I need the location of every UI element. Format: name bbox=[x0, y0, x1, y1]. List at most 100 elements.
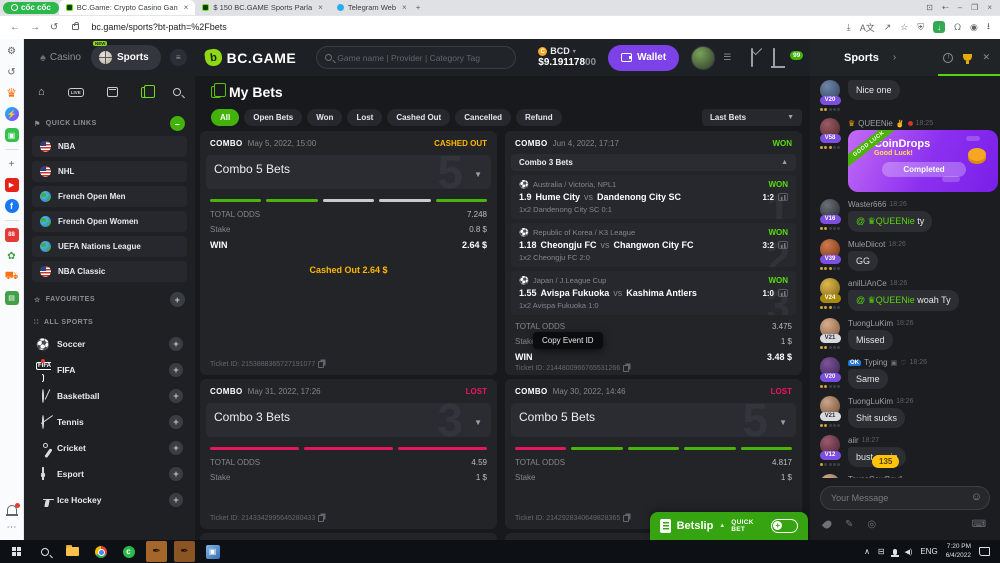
start-button[interactable] bbox=[4, 540, 29, 563]
sidebar-item-fifa[interactable]: FIFAFIFA+ bbox=[32, 357, 187, 383]
extension-icon[interactable]: ᘯ bbox=[954, 22, 961, 33]
browser-tab-1[interactable]: BC.Game: Crypto Casino Gan × bbox=[59, 0, 196, 15]
coin-tip-icon[interactable]: ◎ bbox=[867, 519, 876, 530]
avatar[interactable] bbox=[691, 46, 715, 70]
share-icon[interactable]: ↗ bbox=[884, 22, 892, 33]
filter-open-bets[interactable]: Open Bets bbox=[244, 109, 302, 126]
forward-button[interactable]: → bbox=[30, 22, 40, 33]
coccoc-icon[interactable]: c bbox=[116, 540, 141, 563]
sidebar-item-esport[interactable]: Esport+ bbox=[32, 461, 187, 487]
shield-icon[interactable]: ⛨ bbox=[917, 22, 924, 33]
back-button[interactable]: ← bbox=[10, 22, 20, 33]
user-mention[interactable]: @ ♛QUEENie bbox=[856, 216, 915, 226]
close-chat-icon[interactable]: ✕ bbox=[982, 52, 990, 63]
calculator-icon[interactable]: ▤ bbox=[5, 291, 19, 305]
game-search[interactable] bbox=[316, 46, 516, 69]
sidebar-item-soccer[interactable]: ⚽Soccer+ bbox=[32, 331, 187, 357]
expand-icon[interactable]: + bbox=[169, 441, 183, 455]
sidebar-item-uefa-nations-league[interactable]: UEFA Nations League bbox=[32, 236, 187, 257]
more-options-icon[interactable]: ⋯ bbox=[5, 520, 19, 534]
tab-close-icon[interactable]: × bbox=[402, 3, 407, 12]
bet-title-box[interactable]: Combo 3 Bets ▲ bbox=[511, 154, 796, 171]
expand-icon[interactable]: + bbox=[169, 415, 183, 429]
file-explorer-icon[interactable] bbox=[60, 540, 85, 563]
microphone-icon[interactable] bbox=[893, 549, 897, 555]
close-window-button[interactable]: × bbox=[987, 3, 992, 12]
action-center-icon[interactable] bbox=[979, 547, 990, 556]
home-icon[interactable]: ⌂ bbox=[38, 86, 45, 98]
sidebar-item-cricket[interactable]: Cricket+ bbox=[32, 435, 187, 461]
collapse-caret-icon[interactable]: ▲ bbox=[781, 159, 788, 166]
trophy-icon[interactable] bbox=[963, 54, 972, 61]
expand-icon[interactable]: + bbox=[169, 493, 183, 507]
filter-cancelled[interactable]: Cancelled bbox=[455, 109, 511, 126]
casino-tab[interactable]: ♠ Casino bbox=[40, 52, 81, 64]
sidebar-item-french-open-women[interactable]: French Open Women bbox=[32, 211, 187, 232]
tip-amount-badge[interactable]: 135 bbox=[872, 455, 899, 468]
sidebar-item-nba-classic[interactable]: NBA Classic bbox=[32, 261, 187, 282]
live-icon[interactable]: LIVE bbox=[68, 88, 84, 97]
quick-bet-toggle[interactable]: + bbox=[771, 519, 798, 533]
messenger-icon[interactable]: ⚡ bbox=[5, 107, 19, 121]
bet-title-box[interactable]: Combo 5 Bets 5 ▼ bbox=[511, 403, 796, 437]
profile-icon[interactable]: ◉ bbox=[970, 22, 978, 33]
sidebar-item-french-open-men[interactable]: French Open Men bbox=[32, 186, 187, 207]
sidebar-item-nba[interactable]: NBA bbox=[32, 136, 187, 157]
pencil-rules-icon[interactable]: ✎ bbox=[845, 519, 853, 530]
keyboard-icon[interactable]: ⌨ bbox=[972, 519, 986, 530]
filter-lost[interactable]: Lost bbox=[347, 109, 382, 126]
expand-caret-icon[interactable]: ▼ bbox=[474, 170, 482, 179]
red-app-icon[interactable]: 88 bbox=[5, 228, 19, 242]
schedule-calendar-icon[interactable] bbox=[107, 87, 118, 97]
search-icon[interactable] bbox=[173, 88, 181, 96]
expand-caret-icon[interactable]: ▼ bbox=[779, 418, 787, 427]
bookmark-star-icon[interactable]: ☆ bbox=[900, 22, 908, 33]
save-page-icon[interactable]: ⤓ bbox=[847, 22, 851, 33]
history-icon[interactable]: ↺ bbox=[5, 65, 19, 79]
filter-refund[interactable]: Refund bbox=[516, 109, 562, 126]
facebook-icon[interactable]: f bbox=[5, 199, 19, 213]
add-favourite-button[interactable]: + bbox=[170, 292, 185, 307]
games-icon[interactable]: ▣ bbox=[5, 128, 19, 142]
sidebar-item-tennis[interactable]: Tennis+ bbox=[32, 409, 187, 435]
expand-icon[interactable]: + bbox=[169, 467, 183, 481]
settings-gear-icon[interactable]: ⚙ bbox=[5, 44, 19, 58]
tab-close-icon[interactable]: × bbox=[318, 3, 323, 12]
pinned-app-icon[interactable]: ✒ bbox=[144, 540, 169, 563]
notifications-bell-icon[interactable] bbox=[7, 505, 17, 514]
ssl-lock-icon[interactable] bbox=[72, 24, 79, 30]
language-indicator[interactable]: ENG bbox=[920, 547, 937, 556]
filter-all[interactable]: All bbox=[211, 109, 239, 126]
collapse-quick-links-button[interactable]: – bbox=[170, 116, 185, 131]
tray-chevron-icon[interactable]: ∧ bbox=[864, 547, 870, 556]
youtube-icon[interactable]: ▶ bbox=[5, 178, 19, 192]
sidebar-item-basketball[interactable]: Basketball+ bbox=[32, 383, 187, 409]
expand-icon[interactable]: + bbox=[169, 389, 183, 403]
nav-menu-toggle[interactable]: ≡ bbox=[170, 49, 187, 66]
photos-app-icon[interactable]: ▣ bbox=[200, 540, 225, 563]
browser-tab-3[interactable]: Telegram Web × bbox=[330, 0, 414, 15]
sidebar-item-nhl[interactable]: NHL bbox=[32, 161, 187, 182]
coccoc-menu-button[interactable]: cốc cốc bbox=[3, 2, 59, 14]
sports-tab[interactable]: NEW Sports bbox=[91, 45, 161, 70]
chat-rules-icon[interactable]: ! bbox=[943, 53, 953, 63]
shopping-cart-icon[interactable]: ⛟ bbox=[5, 270, 19, 284]
messages-icon[interactable] bbox=[751, 49, 753, 67]
minimize-button[interactable]: – bbox=[958, 3, 962, 12]
bet-title-box[interactable]: Combo 5 Bets 5 ▼ bbox=[206, 155, 491, 189]
balance-selector[interactable]: C BCD ▾ $9.19117800 bbox=[538, 47, 596, 68]
tab-search-icon[interactable]: ⊡ bbox=[926, 3, 933, 12]
download-extension-icon[interactable]: ↓ bbox=[933, 21, 945, 33]
pinned-app-icon[interactable]: ✒ bbox=[172, 540, 197, 563]
translate-icon[interactable]: A文 bbox=[860, 21, 875, 34]
bcgame-logo[interactable]: b BC.GAME bbox=[205, 49, 297, 66]
bet-title-box[interactable]: Combo 3 Bets 3 ▼ bbox=[206, 403, 491, 437]
chevron-right-icon[interactable]: › bbox=[893, 52, 896, 63]
betslip-button[interactable]: Betslip ▲ QUICK BET + bbox=[650, 512, 808, 540]
chrome-icon[interactable] bbox=[88, 540, 113, 563]
green-app-icon[interactable]: ✿ bbox=[5, 249, 19, 263]
copy-icon[interactable] bbox=[318, 515, 324, 522]
copy-icon[interactable] bbox=[318, 361, 324, 368]
wallet-button[interactable]: Wallet bbox=[608, 45, 679, 71]
expand-caret-icon[interactable]: ▼ bbox=[474, 418, 482, 427]
